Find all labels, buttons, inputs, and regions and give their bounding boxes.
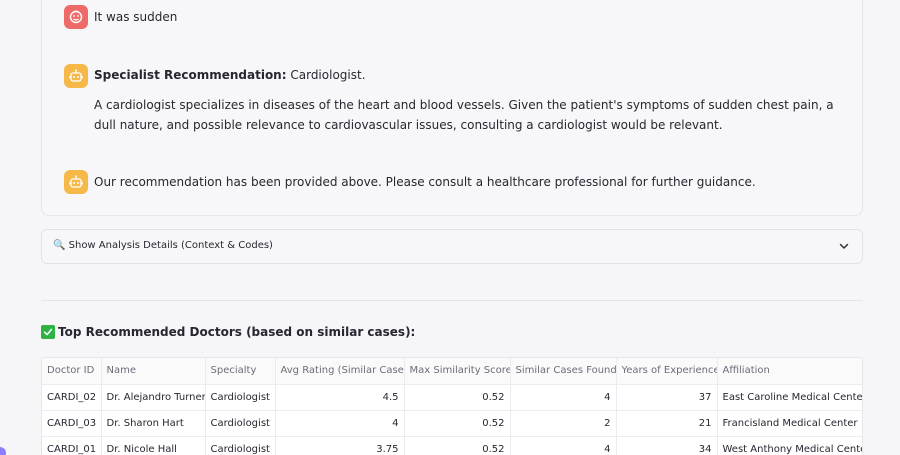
table-row: CARDI_02 Dr. Alejandro Turner Cardiologi… bbox=[42, 384, 862, 411]
streamlit-status-dot bbox=[0, 447, 6, 455]
cell-similar-cases[interactable]: 2 bbox=[510, 410, 617, 437]
table-row: CARDI_01 Dr. Nicole Hall Cardiologist 3.… bbox=[42, 436, 862, 455]
table-header-row: Doctor ID Name Specialty Avg Rating (Sim… bbox=[42, 358, 862, 385]
check-icon bbox=[41, 325, 55, 339]
section-title: Top Recommended Doctors (based on simila… bbox=[41, 325, 415, 339]
cell-years-experience[interactable]: 34 bbox=[616, 436, 718, 455]
cell-name[interactable]: Dr. Alejandro Turner bbox=[101, 384, 206, 411]
column-header-max-similarity[interactable]: Max Similarity Score bbox=[404, 358, 511, 385]
table-row: CARDI_03 Dr. Sharon Hart Cardiologist 4 … bbox=[42, 410, 862, 437]
cell-similar-cases[interactable]: 4 bbox=[510, 436, 617, 455]
column-header-years-experience[interactable]: Years of Experience bbox=[616, 358, 718, 385]
column-header-avg-rating[interactable]: Avg Rating (Similar Cases) bbox=[275, 358, 405, 385]
cell-similar-cases[interactable]: 4 bbox=[510, 384, 617, 411]
cell-affiliation[interactable]: West Anthony Medical Center bbox=[717, 436, 862, 455]
column-header-similar-cases[interactable]: Similar Cases Found bbox=[510, 358, 617, 385]
user-avatar-icon bbox=[64, 5, 88, 29]
column-header-affiliation[interactable]: Affiliation bbox=[717, 358, 862, 385]
specialist-label: Specialist Recommendation: bbox=[94, 68, 287, 82]
cell-affiliation[interactable]: East Caroline Medical Center bbox=[717, 384, 862, 411]
cell-years-experience[interactable]: 37 bbox=[616, 384, 718, 411]
cell-years-experience[interactable]: 21 bbox=[616, 410, 718, 437]
column-header-doctor-id[interactable]: Doctor ID bbox=[42, 358, 102, 385]
divider bbox=[41, 300, 863, 301]
doctors-table[interactable]: Doctor ID Name Specialty Avg Rating (Sim… bbox=[41, 357, 863, 455]
cell-specialty[interactable]: Cardiologist bbox=[205, 410, 276, 437]
cell-max-similarity[interactable]: 0.52 bbox=[404, 384, 511, 411]
analysis-details-expander[interactable]: 🔍 Show Analysis Details (Context & Codes… bbox=[41, 229, 863, 264]
chevron-down-icon[interactable] bbox=[837, 239, 851, 253]
cell-affiliation[interactable]: Francisland Medical Center bbox=[717, 410, 862, 437]
cell-doctor-id[interactable]: CARDI_01 bbox=[42, 436, 102, 455]
cell-specialty[interactable]: Cardiologist bbox=[205, 436, 276, 455]
cell-max-similarity[interactable]: 0.52 bbox=[404, 436, 511, 455]
cell-avg-rating[interactable]: 4.5 bbox=[275, 384, 405, 411]
final-message: Our recommendation has been provided abo… bbox=[94, 175, 756, 189]
cell-name[interactable]: Dr. Nicole Hall bbox=[101, 436, 206, 455]
cell-max-similarity[interactable]: 0.52 bbox=[404, 410, 511, 437]
assistant-avatar-icon bbox=[64, 64, 88, 88]
specialist-value: Cardiologist. bbox=[290, 68, 366, 82]
assistant-avatar-icon bbox=[64, 170, 88, 194]
user-message: It was sudden bbox=[94, 10, 178, 24]
specialist-recommendation: Specialist Recommendation: Cardiologist. bbox=[94, 65, 366, 85]
cell-avg-rating[interactable]: 4 bbox=[275, 410, 405, 437]
column-header-specialty[interactable]: Specialty bbox=[205, 358, 276, 385]
cell-specialty[interactable]: Cardiologist bbox=[205, 384, 276, 411]
expander-label: 🔍 Show Analysis Details (Context & Codes… bbox=[53, 240, 273, 251]
cell-avg-rating[interactable]: 3.75 bbox=[275, 436, 405, 455]
cell-name[interactable]: Dr. Sharon Hart bbox=[101, 410, 206, 437]
cell-doctor-id[interactable]: CARDI_02 bbox=[42, 384, 102, 411]
column-header-name[interactable]: Name bbox=[101, 358, 206, 385]
cell-doctor-id[interactable]: CARDI_03 bbox=[42, 410, 102, 437]
specialist-explanation: A cardiologist specializes in diseases o… bbox=[94, 98, 834, 132]
section-title-text: Top Recommended Doctors (based on simila… bbox=[58, 325, 416, 339]
